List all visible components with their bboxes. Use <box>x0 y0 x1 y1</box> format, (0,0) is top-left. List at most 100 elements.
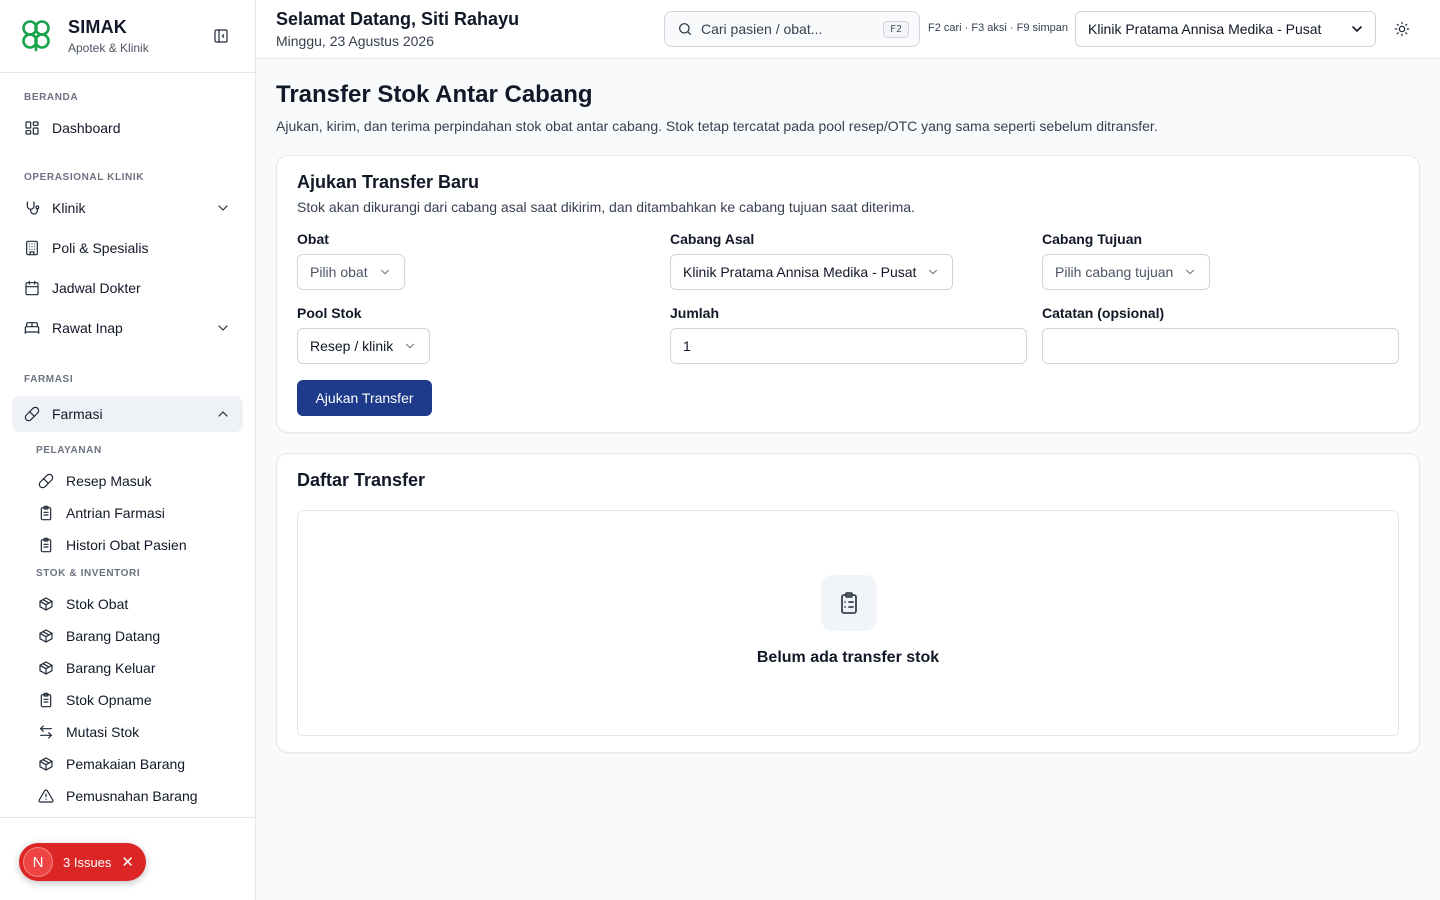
brand-name: SIMAK <box>68 17 127 37</box>
cabang-tujuan-select[interactable]: Pilih cabang tujuan <box>1042 254 1211 290</box>
sidebar-subitem-pemakaian-barang[interactable]: Pemakaian Barang <box>12 748 243 780</box>
sidebar-subitem-label: Resep Masuk <box>66 473 152 489</box>
bed-icon <box>24 322 40 334</box>
cabang-tujuan-value: Pilih cabang tujuan <box>1055 264 1174 280</box>
arrows-left-right-icon <box>40 725 52 739</box>
chevron-down-icon <box>380 269 389 275</box>
section-label-farmasi: FARMASI <box>24 374 74 385</box>
sub-label-stok: STOK & INVENTORI <box>36 568 141 579</box>
search-placeholder: Cari pasien / obat... <box>701 21 823 37</box>
obat-select[interactable]: Pilih obat <box>297 254 405 290</box>
sub-label-pelayanan: PELAYANAN <box>36 445 102 456</box>
sidebar-item-label: Farmasi <box>52 406 103 422</box>
sidebar-subitem-label: Mutasi Stok <box>66 724 140 740</box>
sidebar-subitem-label: Barang Datang <box>66 628 161 644</box>
search-shortcut-key: F2 <box>882 20 909 38</box>
catatan-label: Catatan (opsional) <box>1042 305 1165 321</box>
search-icon <box>679 23 691 35</box>
sidebar-item-rawat-inap[interactable]: Rawat Inap <box>12 310 243 346</box>
form-description: Stok akan dikurangi dari cabang asal saa… <box>297 199 915 215</box>
package-icon <box>39 661 53 675</box>
pill-icon <box>24 406 40 422</box>
top-header: Selamat Datang, Siti Rahayu Minggu, 23 A… <box>256 0 1440 59</box>
chevron-down-icon <box>1186 269 1195 275</box>
sidebar-collapse-button[interactable] <box>211 26 231 46</box>
sidebar-item-label: Poli & Spesialis <box>52 240 149 256</box>
sidebar-subitem-barang-datang[interactable]: Barang Datang <box>12 620 243 652</box>
obat-select-value: Pilih obat <box>310 264 368 280</box>
sidebar-item-poli[interactable]: Poli & Spesialis <box>12 230 243 266</box>
dashboard-icon <box>25 121 39 135</box>
catatan-input[interactable] <box>1042 328 1399 364</box>
theme-toggle-button[interactable] <box>1392 19 1412 39</box>
sidebar-item-jadwal[interactable]: Jadwal Dokter <box>12 270 243 306</box>
empty-state: Belum ada transfer stok <box>297 510 1399 736</box>
jumlah-value: 1 <box>683 338 691 354</box>
sidebar-subitem-stok-obat[interactable]: Stok Obat <box>12 588 243 620</box>
sidebar-toggle-icon <box>214 29 228 43</box>
list-title: Daftar Transfer <box>297 470 426 490</box>
cabang-asal-select[interactable]: Klinik Pratama Annisa Medika - Pusat <box>670 254 954 290</box>
transfer-form-card: Ajukan Transfer Baru Stok akan dikurangi… <box>276 155 1420 433</box>
brand-logo-icon <box>22 20 50 52</box>
stethoscope-icon <box>26 201 40 215</box>
clipboard-list-icon <box>40 537 52 553</box>
chevron-down-icon <box>406 343 415 349</box>
section-label-beranda: BERANDA <box>24 92 79 103</box>
sidebar-subitem-barang-keluar[interactable]: Barang Keluar <box>12 652 243 684</box>
sidebar-subitem-mutasi-stok[interactable]: Mutasi Stok <box>12 716 243 748</box>
sidebar-item-dashboard[interactable]: Dashboard <box>12 110 243 146</box>
close-icon[interactable]: ✕ <box>121 853 134 871</box>
cabang-tujuan-label: Cabang Tujuan <box>1042 231 1143 247</box>
current-date: Minggu, 23 Agustus 2026 <box>276 33 435 49</box>
chevron-up-icon <box>218 411 228 417</box>
form-title: Ajukan Transfer Baru <box>297 172 480 192</box>
clipboard-list-icon <box>841 592 857 614</box>
pool-stok-label: Pool Stok <box>297 305 362 321</box>
search-input[interactable]: Cari pasien / obat... F2 <box>664 11 920 47</box>
jumlah-input[interactable]: 1 <box>670 328 1027 364</box>
issues-count: 3 Issues <box>63 854 112 870</box>
sidebar-subitem-label: Pemusnahan Barang <box>66 788 198 804</box>
sidebar-subitem-stok-opname[interactable]: Stok Opname <box>12 684 243 716</box>
sidebar-subitem-label: Barang Keluar <box>66 660 156 676</box>
branch-select[interactable]: Klinik Pratama Annisa Medika - Pusat <box>1075 11 1376 47</box>
cabang-asal-value: Klinik Pratama Annisa Medika - Pusat <box>683 264 917 280</box>
pool-stok-value: Resep / klinik <box>310 338 394 354</box>
obat-label: Obat <box>297 231 329 247</box>
ajukan-transfer-button[interactable]: Ajukan Transfer <box>297 380 432 416</box>
chevron-down-icon <box>218 205 228 211</box>
transfer-list-card: Daftar Transfer Belum ada transfer stok <box>276 453 1420 753</box>
chevron-down-icon <box>929 269 938 275</box>
sidebar-subitem-label: Stok Opname <box>66 692 152 708</box>
package-icon <box>39 629 53 643</box>
sidebar-item-label: Rawat Inap <box>52 320 123 336</box>
sidebar-subitem-label: Histori Obat Pasien <box>66 537 187 553</box>
sidebar-item-farmasi[interactable]: Farmasi <box>12 396 243 432</box>
cabang-asal-label: Cabang Asal <box>670 231 755 247</box>
sidebar-subitem-antrian-farmasi[interactable]: Antrian Farmasi <box>12 497 243 529</box>
sun-icon <box>1394 21 1410 37</box>
sidebar: SIMAK Apotek & Klinik BERANDA Dashboard … <box>0 0 256 900</box>
sidebar-subitem-pemusnahan-barang[interactable]: Pemusnahan Barang <box>12 780 243 812</box>
pill-icon <box>38 473 54 489</box>
welcome-text: Selamat Datang, Siti Rahayu <box>276 9 520 29</box>
jumlah-label: Jumlah <box>670 305 720 321</box>
chevron-down-icon <box>1352 26 1362 32</box>
sidebar-subitem-histori-obat[interactable]: Histori Obat Pasien <box>12 529 243 561</box>
pool-stok-select[interactable]: Resep / klinik <box>297 328 431 364</box>
brand-header: SIMAK Apotek & Klinik <box>0 0 255 73</box>
sidebar-subitem-label: Antrian Farmasi <box>66 505 165 521</box>
issues-badge-button[interactable]: N 3 Issues ✕ <box>19 843 146 881</box>
calendar-icon <box>25 280 39 296</box>
building-icon <box>26 240 38 256</box>
sidebar-item-klinik[interactable]: Klinik <box>12 190 243 226</box>
sidebar-nav: BERANDA Dashboard OPERASIONAL KLINIK Kli… <box>0 73 255 812</box>
chevron-down-icon <box>218 325 228 331</box>
sidebar-item-label: Jadwal Dokter <box>52 280 141 296</box>
sidebar-subitem-resep-masuk[interactable]: Resep Masuk <box>12 465 243 497</box>
sidebar-item-label: Dashboard <box>52 120 121 136</box>
empty-state-icon-wrap <box>821 575 877 631</box>
package-icon <box>39 757 53 771</box>
clipboard-list-icon <box>40 692 52 708</box>
